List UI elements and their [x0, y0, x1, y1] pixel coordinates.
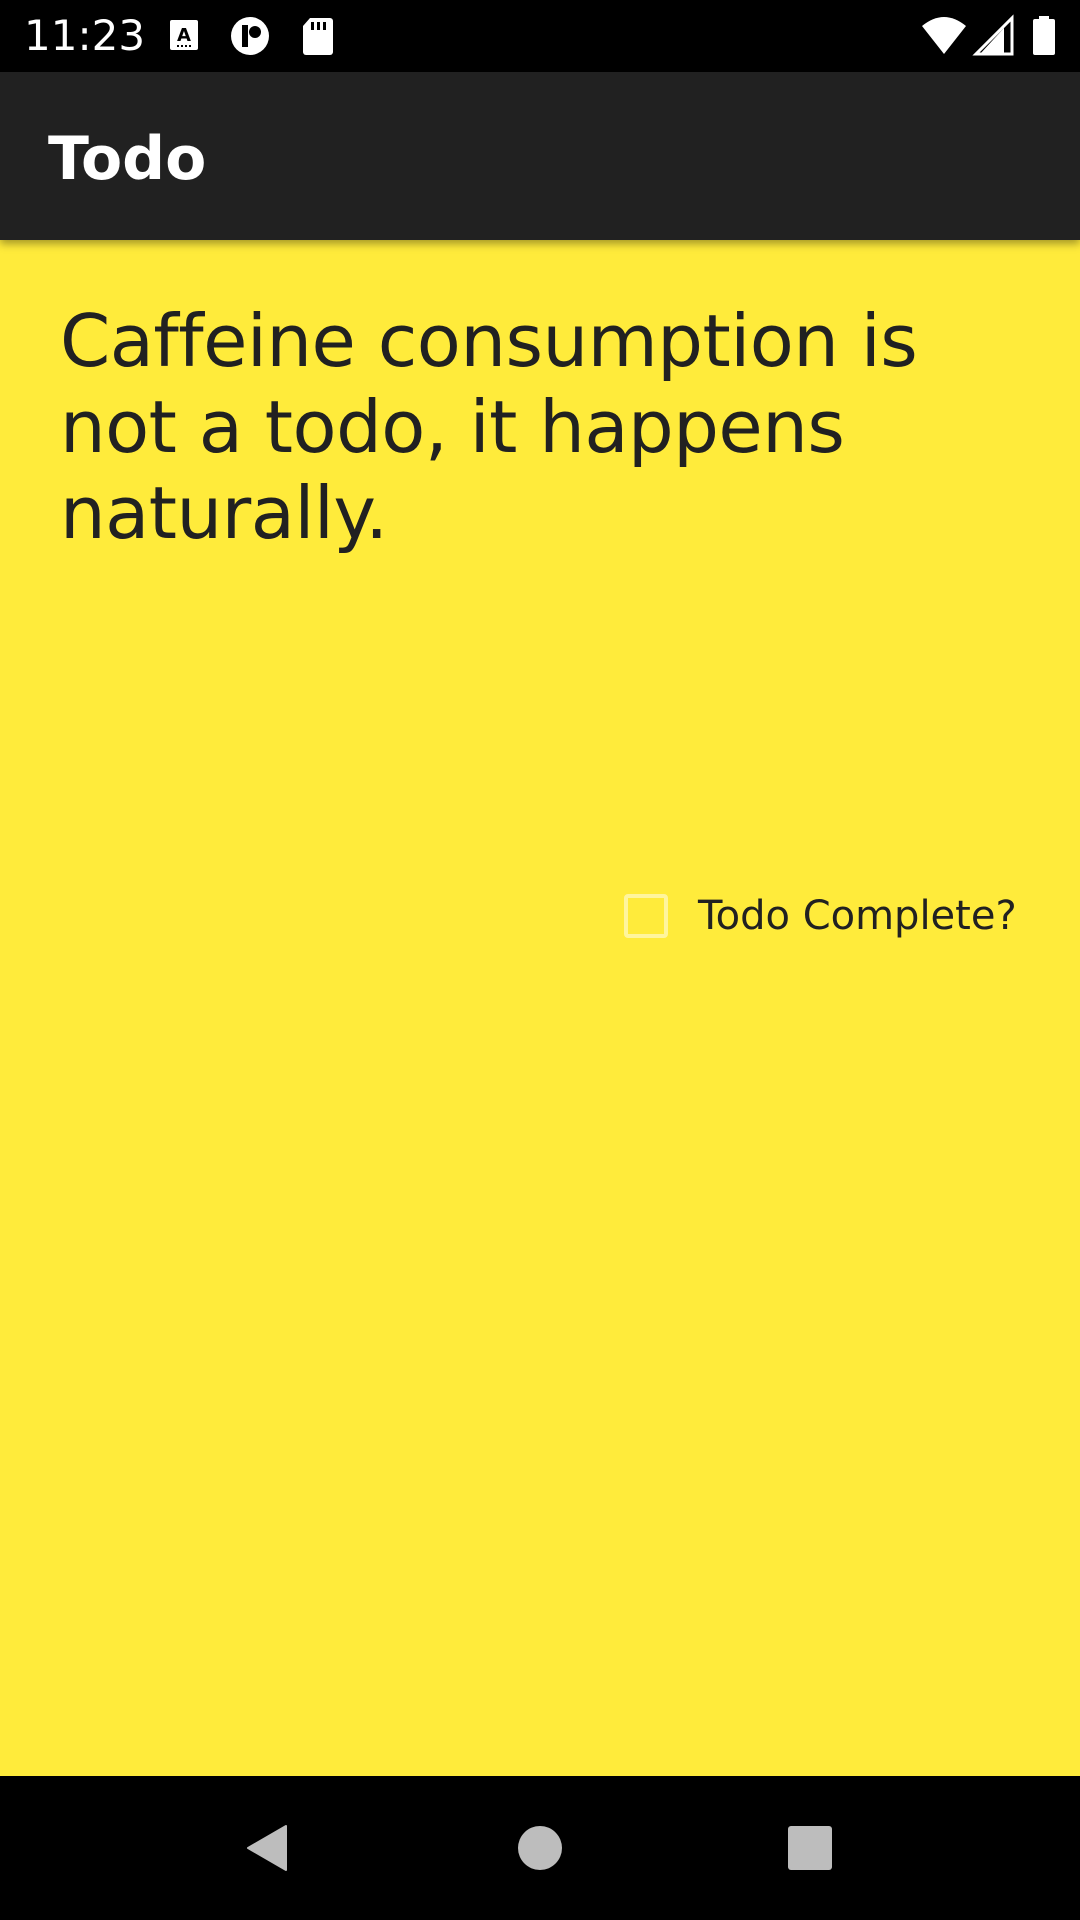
recents-button[interactable]: [760, 1798, 860, 1898]
home-icon: [518, 1826, 562, 1870]
navigation-bar: [0, 1776, 1080, 1920]
app-bar: Todo: [0, 72, 1080, 240]
status-time: 11:23: [24, 11, 146, 60]
keyboard-a-icon: A: [166, 14, 210, 58]
sd-card-icon: [296, 14, 340, 58]
circle-app-icon: [228, 14, 272, 58]
back-button[interactable]: [218, 1798, 318, 1898]
home-button[interactable]: [490, 1798, 590, 1898]
todo-complete-checkbox[interactable]: Todo Complete?: [624, 886, 1017, 946]
recents-icon: [788, 1826, 832, 1870]
todo-text: Caffeine consumption is not a todo, it h…: [60, 299, 918, 555]
todo-complete-label[interactable]: Todo Complete?: [698, 892, 1017, 940]
checkbox-box[interactable]: [624, 894, 668, 938]
todo-detail-content: Caffeine consumption is not a todo, it h…: [0, 240, 1080, 1776]
wifi-icon: [920, 14, 968, 58]
battery-icon: [1030, 14, 1058, 58]
app-title: Todo: [48, 124, 207, 194]
back-icon: [247, 1825, 287, 1871]
svg-text:A: A: [177, 25, 191, 46]
status-bar: 11:23 A: [0, 0, 1080, 72]
cell-signal-icon: [972, 14, 1016, 58]
